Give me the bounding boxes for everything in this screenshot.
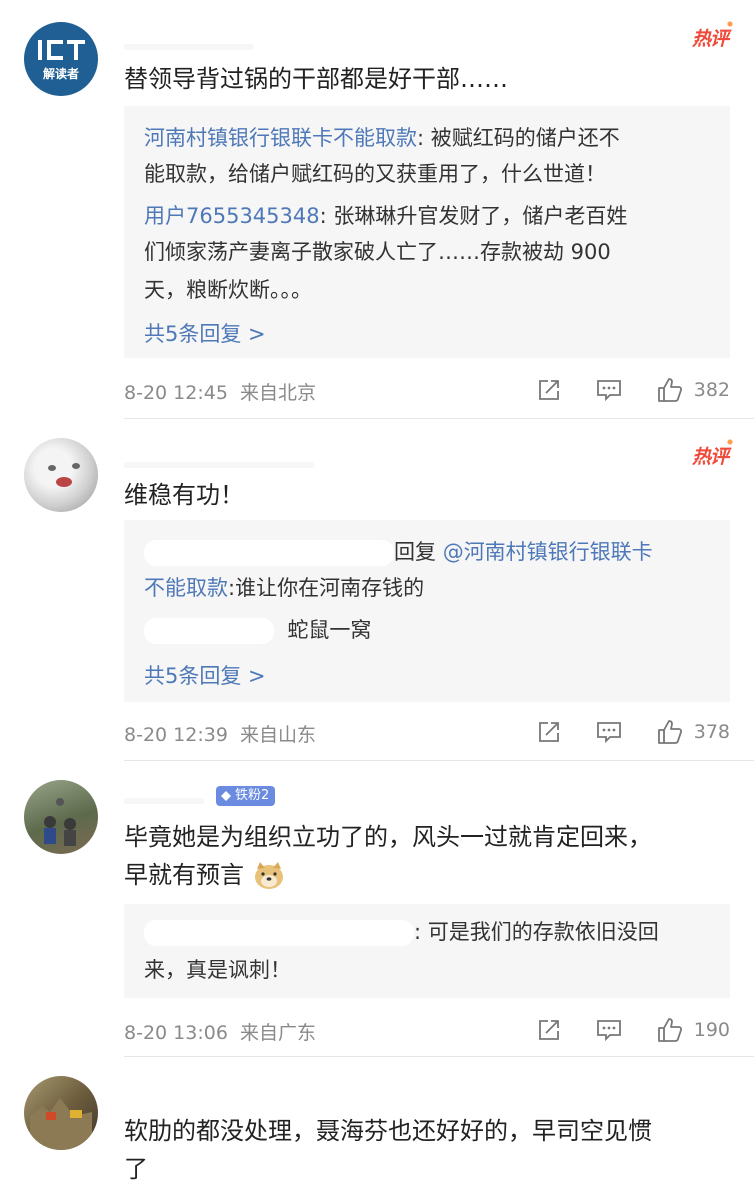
reply-line: : 可是我们的存款依旧没回 xyxy=(144,914,710,950)
like-count: 382 xyxy=(693,379,730,401)
comment-meta: 8-20 12:45 来自北京 xyxy=(124,378,316,405)
share-icon[interactable] xyxy=(536,719,562,745)
comment-text: 毕竟她是为组织立功了的，风头一过就肯定回来， 早就有预言 xyxy=(124,823,652,889)
avatar[interactable] xyxy=(24,780,98,854)
comment-icon[interactable] xyxy=(596,719,622,745)
avatar[interactable] xyxy=(24,438,98,512)
source: 来自北京 xyxy=(240,382,317,404)
masked-username xyxy=(144,618,274,644)
reply-line-cont: 能取款，给储户赋红码的又获重用了，什么世道！ xyxy=(144,162,606,186)
reply-line-cont: 天，粮断炊断。。。 xyxy=(144,278,312,302)
doge-emoji-icon xyxy=(254,862,283,889)
ict-logo-icon: 解读者 xyxy=(38,40,85,81)
reply-line-cont: 们倾家荡产妻离子散家破人亡了……存款被劫 900 xyxy=(144,240,611,264)
comment-actions: 382 xyxy=(536,376,730,404)
comment-3: 铁粉2 毕竟她是为组织立功了的，风头一过就肯定回来， 早就有预言 : 可是我们的… xyxy=(0,762,754,1058)
thumbs-up-icon xyxy=(657,1018,682,1042)
timestamp: 8-20 12:45 xyxy=(124,382,228,404)
more-replies-link[interactable]: 共5条回复 > xyxy=(144,660,266,690)
reply-author-link[interactable]: 河南村镇银行银联卡不能取款 xyxy=(144,126,417,150)
reply-line: 用户7655345348: 张琳琳升官发财了，储户老百姓 xyxy=(144,204,628,228)
divider xyxy=(124,418,754,419)
svg-text:解读者: 解读者 xyxy=(43,66,79,81)
avatar[interactable]: 解读者 xyxy=(24,22,98,96)
reply-author-link[interactable]: 用户7655345348 xyxy=(144,204,320,228)
reply-line: 回复 @河南村镇银行银联卡 xyxy=(144,534,710,570)
mention-link-cont[interactable]: 不能取款 xyxy=(144,576,228,600)
share-icon[interactable] xyxy=(536,377,562,403)
username-masked[interactable] xyxy=(124,462,314,468)
source: 来自广东 xyxy=(240,1022,317,1044)
like-count: 190 xyxy=(693,1019,730,1041)
comment-4: 软肋的都没处理，聂海芬也还好好的，早司空见惯 了 xyxy=(0,1058,754,1200)
masked-username xyxy=(144,920,414,946)
thumbs-up-icon xyxy=(657,378,682,402)
hot-comment-badge: 热评 xyxy=(692,438,735,469)
comment-meta: 8-20 12:39 来自山东 xyxy=(124,720,316,747)
fan-badge: 铁粉2 xyxy=(216,786,276,806)
comment-actions: 378 xyxy=(536,718,730,746)
reply-line-cont: 来，真是讽刺！ xyxy=(144,958,291,982)
comment-text: 替领导背过锅的干部都是好干部…… xyxy=(124,65,508,93)
comment-text: 软肋的都没处理，聂海芬也还好好的，早司空见惯 了 xyxy=(124,1117,652,1183)
more-replies-link[interactable]: 共5条回复 > xyxy=(144,318,266,348)
comment-2: 热评 维稳有功！ 回复 @河南村镇银行银联卡 不能取款:谁让你在河南存钱的 蛇鼠… xyxy=(0,420,754,762)
comment-text: 维稳有功！ xyxy=(124,481,244,509)
divider xyxy=(124,1056,754,1057)
comment-1: 解读者 热评 替领导背过锅的干部都是好干部…… 河南村镇银行银联卡不能取款: 被… xyxy=(0,0,754,420)
username-masked[interactable] xyxy=(124,798,204,804)
masked-username xyxy=(144,540,394,566)
reply-box[interactable]: : 可是我们的存款依旧没回 来，真是讽刺！ xyxy=(124,904,730,998)
diamond-icon xyxy=(221,791,231,801)
comment-icon[interactable] xyxy=(596,1017,622,1043)
share-icon[interactable] xyxy=(536,1017,562,1043)
like-button[interactable]: 382 xyxy=(656,376,730,404)
comment-icon[interactable] xyxy=(596,377,622,403)
thumbs-up-icon xyxy=(657,720,682,744)
reply-line: 蛇鼠一窝 xyxy=(144,612,710,648)
comment-meta: 8-20 13:06 来自广东 xyxy=(124,1018,316,1045)
reply-line-cont: 不能取款:谁让你在河南存钱的 xyxy=(144,576,425,600)
reply-box[interactable]: 河南村镇银行银联卡不能取款: 被赋红码的储户还不 能取款，给储户赋红码的又获重用… xyxy=(124,106,730,358)
like-count: 378 xyxy=(693,721,730,743)
reply-line: 河南村镇银行银联卡不能取款: 被赋红码的储户还不 xyxy=(144,126,620,150)
avatar[interactable] xyxy=(24,1076,98,1150)
like-button[interactable]: 378 xyxy=(656,718,730,746)
like-button[interactable]: 190 xyxy=(656,1016,730,1044)
timestamp: 8-20 12:39 xyxy=(124,724,228,746)
timestamp: 8-20 13:06 xyxy=(124,1022,228,1044)
comment-actions: 190 xyxy=(536,1016,730,1044)
divider xyxy=(124,760,754,761)
reply-box[interactable]: 回复 @河南村镇银行银联卡 不能取款:谁让你在河南存钱的 蛇鼠一窝 共5条回复 … xyxy=(124,520,730,702)
mention-link[interactable]: @河南村镇银行银联卡 xyxy=(443,540,653,564)
people-photo-icon xyxy=(44,798,76,846)
landscape-photo-icon xyxy=(30,1098,92,1150)
cat-photo-icon xyxy=(48,463,80,487)
source: 来自山东 xyxy=(240,724,317,746)
hot-comment-badge: 热评 xyxy=(692,20,735,51)
username-masked[interactable] xyxy=(124,44,254,50)
